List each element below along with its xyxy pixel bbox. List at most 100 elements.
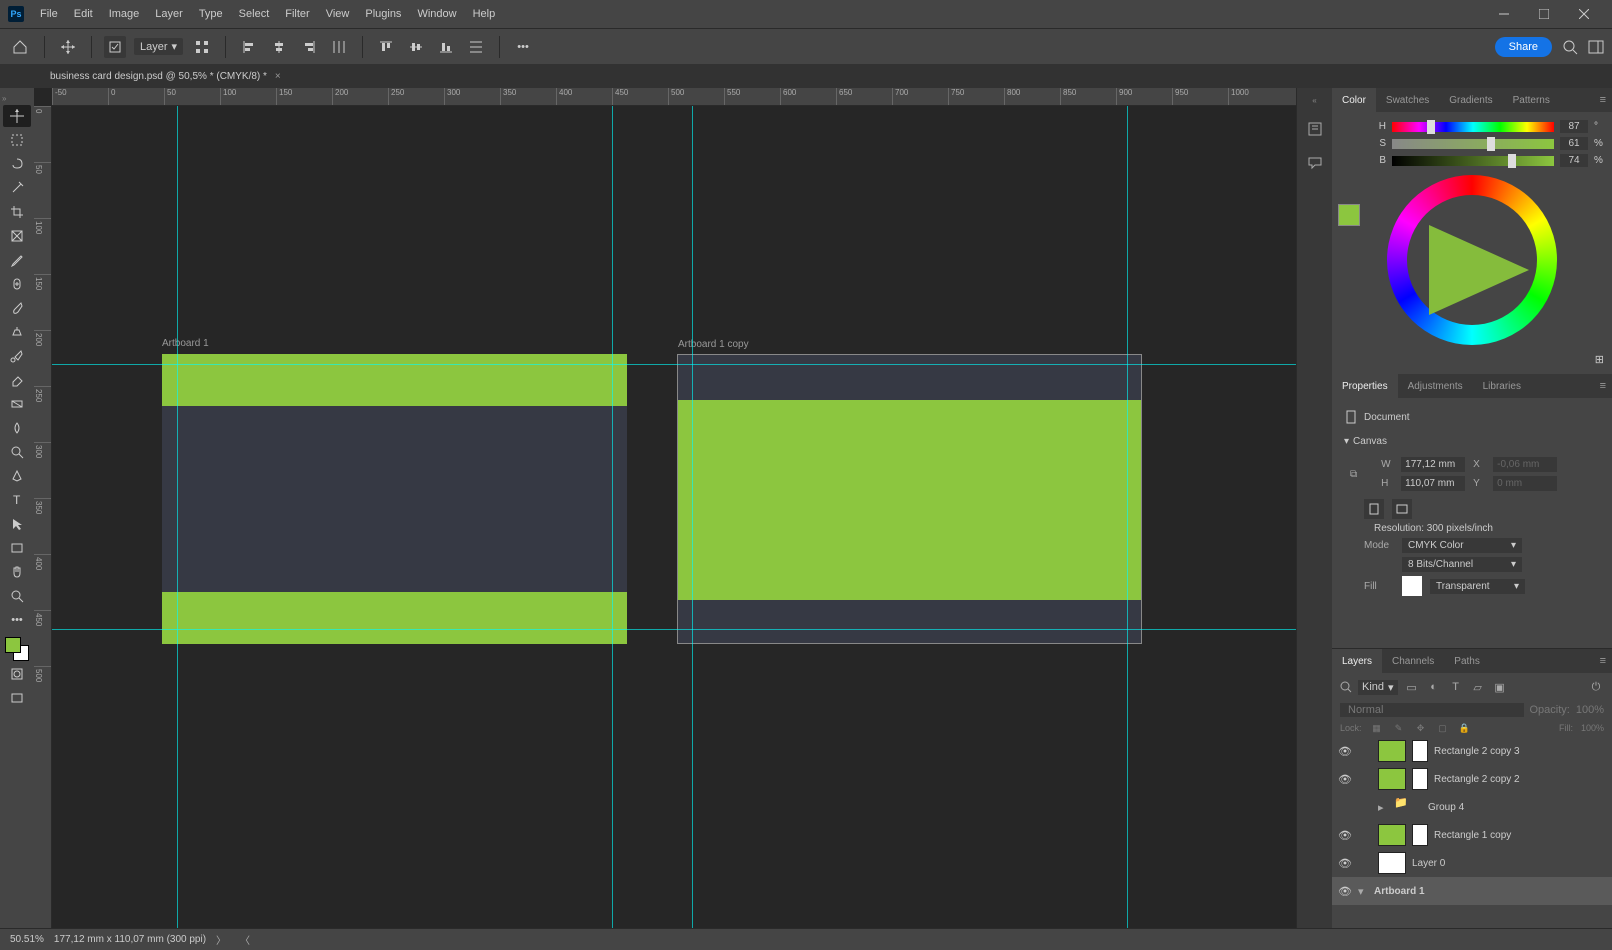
canvas-section-toggle[interactable]: ▾ Canvas — [1344, 436, 1600, 447]
menu-image[interactable]: Image — [101, 8, 148, 20]
layer-mask-thumbnail[interactable] — [1412, 824, 1428, 846]
height-input[interactable]: 110,07 mm — [1401, 476, 1465, 491]
pen-tool[interactable] — [3, 465, 31, 487]
layer-item[interactable]: 👁 Rectangle 2 copy 2 — [1332, 765, 1612, 793]
visibility-toggle-icon[interactable]: 👁 — [1338, 829, 1352, 842]
guide[interactable] — [612, 106, 613, 928]
lock-all-icon[interactable]: 🔒 — [1458, 721, 1472, 735]
layer-name[interactable]: Layer 0 — [1412, 858, 1445, 869]
layers-panel-menu-icon[interactable]: ≡ — [1594, 655, 1612, 667]
canvas-viewport[interactable]: Artboard 1 Artboard 1 copy — [52, 106, 1296, 928]
window-close-button[interactable] — [1564, 0, 1604, 28]
menu-window[interactable]: Window — [409, 8, 464, 20]
align-right-button[interactable] — [298, 36, 320, 58]
hue-value[interactable]: 87 — [1560, 120, 1588, 133]
status-nav-left-icon[interactable]: 〈 — [240, 932, 250, 947]
artboard-1[interactable]: Artboard 1 — [162, 354, 627, 644]
screen-mode-button[interactable] — [3, 687, 31, 709]
quick-mask-toggle[interactable] — [3, 663, 31, 685]
layer-thumbnail[interactable] — [1378, 852, 1406, 874]
artboard-1-bottom-stripe[interactable] — [162, 592, 627, 644]
crop-tool[interactable] — [3, 201, 31, 223]
history-brush-tool[interactable] — [3, 345, 31, 367]
orientation-landscape-button[interactable] — [1392, 499, 1412, 519]
artboard-1-copy-label[interactable]: Artboard 1 copy — [678, 339, 749, 350]
healing-brush-tool[interactable] — [3, 273, 31, 295]
color-wheel[interactable] — [1387, 175, 1557, 345]
tab-adjustments[interactable]: Adjustments — [1398, 374, 1473, 398]
document-tab-close-icon[interactable]: × — [275, 71, 281, 82]
color-foreground-swatch[interactable] — [1338, 204, 1360, 226]
color-panel-menu-icon[interactable]: ≡ — [1594, 94, 1612, 106]
lasso-tool[interactable] — [3, 153, 31, 175]
artboard-1-copy[interactable]: Artboard 1 copy — [677, 354, 1142, 644]
filter-adjustment-icon[interactable]: ◐ — [1426, 679, 1442, 695]
visibility-toggle-icon[interactable]: 👁 — [1338, 885, 1352, 898]
expand-panels-icon[interactable]: « — [1312, 96, 1316, 105]
move-tool[interactable] — [3, 105, 31, 127]
layer-thumbnail[interactable] — [1378, 824, 1406, 846]
status-info-chevron-icon[interactable]: 〉 — [216, 932, 226, 947]
zoom-tool[interactable] — [3, 585, 31, 607]
tab-libraries[interactable]: Libraries — [1473, 374, 1531, 398]
layer-name[interactable]: Rectangle 1 copy — [1434, 830, 1511, 841]
type-tool[interactable]: T — [3, 489, 31, 511]
opacity-value[interactable]: 100% — [1576, 704, 1604, 716]
menu-plugins[interactable]: Plugins — [357, 8, 409, 20]
guide[interactable] — [52, 364, 1296, 365]
guide[interactable] — [692, 106, 693, 928]
color-swatches[interactable] — [5, 637, 29, 661]
y-input[interactable]: 0 mm — [1493, 476, 1557, 491]
more-options-button[interactable]: ••• — [512, 36, 534, 58]
eyedropper-tool[interactable] — [3, 249, 31, 271]
lock-position-icon[interactable]: ✥ — [1414, 721, 1428, 735]
menu-help[interactable]: Help — [465, 8, 504, 20]
layer-name[interactable]: Rectangle 2 copy 3 — [1434, 746, 1520, 757]
frame-tool[interactable] — [3, 225, 31, 247]
menu-file[interactable]: File — [32, 8, 66, 20]
clone-stamp-tool[interactable] — [3, 321, 31, 343]
group-expand-icon[interactable]: ▸ — [1378, 801, 1388, 814]
bit-depth-dropdown[interactable]: 8 Bits/Channel▾ — [1402, 557, 1522, 572]
color-mode-dropdown[interactable]: CMYK Color▾ — [1402, 538, 1522, 553]
tab-properties[interactable]: Properties — [1332, 374, 1398, 398]
link-dimensions-icon[interactable]: ⧉ — [1350, 469, 1357, 480]
menu-layer[interactable]: Layer — [147, 8, 191, 20]
filter-type-icon[interactable]: T — [1448, 679, 1464, 695]
layer-name[interactable]: Artboard 1 — [1374, 886, 1425, 897]
align-vcenter-button[interactable] — [405, 36, 427, 58]
edit-toolbar-button[interactable]: ••• — [3, 609, 31, 631]
fill-dropdown[interactable]: Transparent▾ — [1430, 579, 1525, 594]
layer-item[interactable]: 👁 Rectangle 2 copy 3 — [1332, 737, 1612, 765]
transform-controls-toggle[interactable] — [191, 36, 213, 58]
artboard-expand-icon[interactable]: ▾ — [1358, 885, 1368, 898]
guide[interactable] — [177, 106, 178, 928]
width-input[interactable]: 177,12 mm — [1401, 457, 1465, 472]
filter-smart-icon[interactable]: ▣ — [1492, 679, 1508, 695]
menu-filter[interactable]: Filter — [277, 8, 317, 20]
search-icon[interactable] — [1562, 39, 1578, 55]
menu-edit[interactable]: Edit — [66, 8, 101, 20]
guide[interactable] — [52, 629, 1296, 630]
align-top-button[interactable] — [375, 36, 397, 58]
align-bottom-button[interactable] — [435, 36, 457, 58]
history-panel-icon[interactable] — [1305, 119, 1325, 139]
window-minimize-button[interactable] — [1484, 0, 1524, 28]
align-hcenter-button[interactable] — [268, 36, 290, 58]
blur-tool[interactable] — [3, 417, 31, 439]
guide[interactable] — [1127, 106, 1128, 928]
artboard-2-middle-block[interactable] — [678, 400, 1141, 600]
color-triangle[interactable] — [1429, 225, 1529, 315]
saturation-slider[interactable] — [1392, 139, 1554, 149]
layer-item[interactable]: 👁 Layer 0 — [1332, 849, 1612, 877]
layer-thumbnail[interactable] — [1378, 740, 1406, 762]
document-tab[interactable]: business card design.psd @ 50,5% * (CMYK… — [40, 64, 291, 88]
hand-tool[interactable] — [3, 561, 31, 583]
auto-select-target-dropdown[interactable]: Layer ▾ — [134, 38, 183, 55]
expand-toolbar-icon[interactable]: » — [2, 94, 6, 103]
lock-artboard-icon[interactable]: ▢ — [1436, 721, 1450, 735]
artboard-1-top-stripe[interactable] — [162, 354, 627, 406]
path-selection-tool[interactable] — [3, 513, 31, 535]
visibility-toggle-icon[interactable]: 👁 — [1338, 745, 1352, 758]
color-panel-options-icon[interactable]: ⊞ — [1340, 353, 1604, 366]
